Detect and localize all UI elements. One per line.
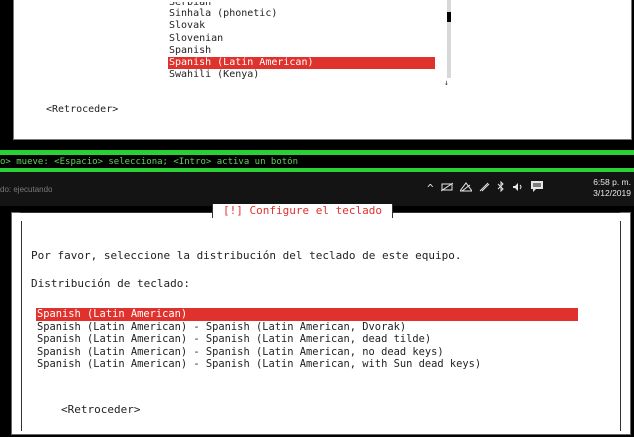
scroll-thumb[interactable] (447, 12, 451, 22)
taskbar: do: ejecutando ^ 6:58 p. m. 3/12/2019 (0, 172, 634, 206)
back-button[interactable]: <Retroceder> (46, 104, 118, 115)
list-item[interactable]: Spanish (Latin American) - Spanish (Lati… (36, 358, 578, 371)
clock-date: 3/12/2019 (593, 188, 631, 198)
list-item[interactable]: Spanish (Latin American) - Spanish (Lati… (36, 333, 578, 346)
list-item[interactable]: Swahili (Kenya) (168, 69, 435, 81)
dialog-prompt: Por favor, seleccione la distribución de… (31, 249, 462, 262)
notification-icon[interactable] (530, 181, 543, 197)
language-list: Serbian Sinhala (phonetic) Slovak Sloven… (168, 2, 435, 82)
dialog-title-bar: [!] Configure el teclado (212, 204, 393, 218)
list-item-selected[interactable]: Spanish (Latin American) (36, 308, 578, 321)
list-item[interactable]: Slovak (168, 20, 435, 32)
task-label: do: ejecutando (0, 185, 53, 194)
scroll-down-icon[interactable]: ↓ (444, 78, 449, 87)
list-item[interactable]: Spanish (168, 45, 435, 57)
list-item[interactable]: Slovenian (168, 33, 435, 45)
language-dialog: Serbian Sinhala (phonetic) Slovak Sloven… (13, 0, 632, 140)
list-item-selected[interactable]: Spanish (Latin American) (168, 57, 435, 70)
list-item[interactable]: Spanish (Latin American) - Spanish (Lati… (36, 346, 578, 359)
layout-field-label: Distribución de teclado: (31, 277, 190, 290)
back-button[interactable]: <Retroceder> (61, 403, 140, 416)
chevron-up-icon[interactable]: ^ (427, 181, 434, 197)
system-tray: ^ (427, 180, 543, 197)
clock-time: 6:58 p. m. (593, 177, 631, 187)
window-border (0, 150, 634, 155)
list-item[interactable]: Spanish (Latin American) - Spanish (Lati… (36, 321, 578, 334)
pen-icon[interactable] (479, 181, 490, 197)
bluetooth-icon[interactable] (497, 180, 505, 197)
scrollbar[interactable] (447, 0, 451, 78)
volume-icon[interactable] (512, 181, 524, 197)
keyboard-help-bar: o> mueve: <Espacio> selecciona; <Intro> … (0, 157, 634, 168)
network-icon[interactable] (458, 181, 473, 197)
list-item[interactable]: Sinhala (phonetic) (168, 8, 435, 20)
dialog-title: [!] Configure el teclado (213, 204, 392, 218)
clock[interactable]: 6:58 p. m. 3/12/2019 (593, 177, 631, 199)
wifi-off-icon[interactable] (440, 181, 453, 197)
keyboard-layout-list: Spanish (Latin American) Spanish (Latin … (36, 308, 578, 371)
keyboard-dialog: [!] Configure el teclado Por favor, sele… (11, 204, 631, 435)
